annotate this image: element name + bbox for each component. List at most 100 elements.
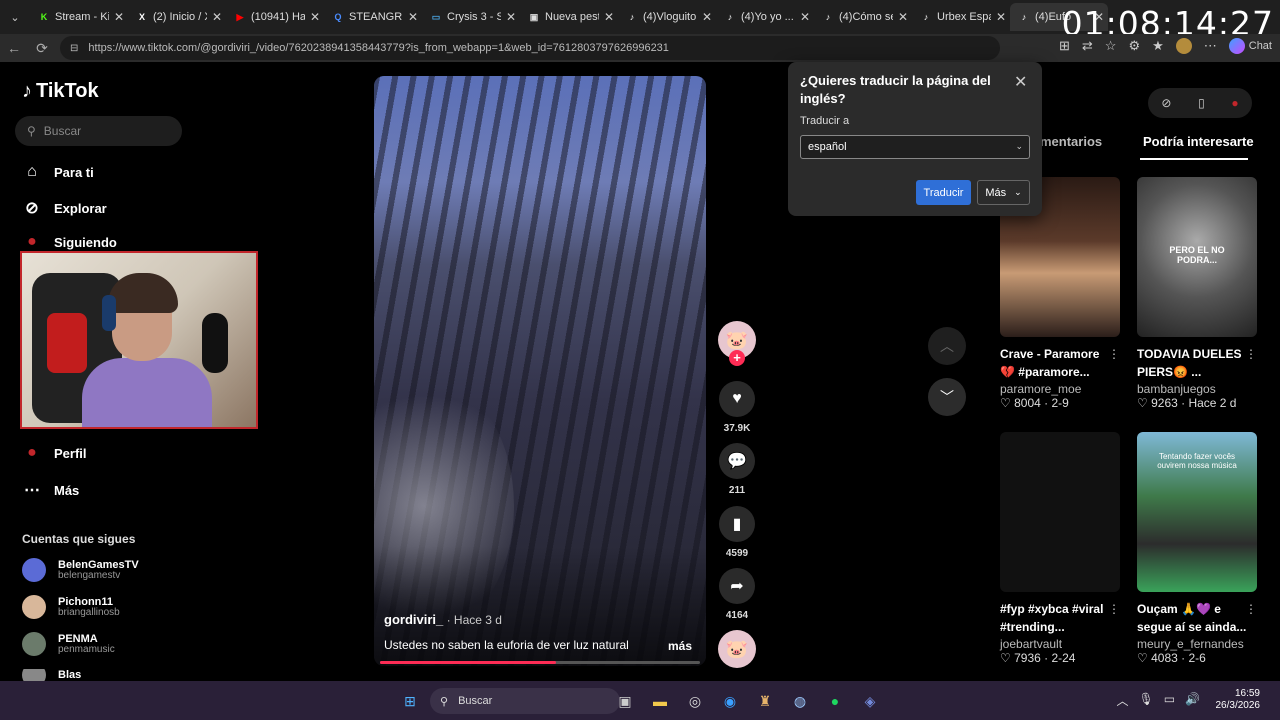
comment-action[interactable]: 💬 211 — [718, 443, 756, 496]
tab-favicon-icon: ▣ — [529, 11, 539, 22]
back-icon[interactable]: ← — [0, 40, 28, 56]
browser-tab[interactable]: ♪ (4)Cómo se ✕ — [814, 3, 912, 31]
like-action[interactable]: ♥ 37.9K — [718, 381, 756, 434]
nav-explore[interactable]: ⊘ Explorar — [22, 198, 106, 218]
close-tab-icon[interactable]: ✕ — [408, 10, 418, 24]
tab-comments[interactable]: mentarios — [1040, 134, 1102, 149]
taskbar-clock[interactable]: 16:59 26/3/2026 — [1216, 688, 1261, 712]
video-author[interactable]: gordiviri_ · Hace 3 d — [384, 612, 502, 627]
browser-tab[interactable]: ♪ Urbex Españ ✕ — [912, 3, 1010, 31]
split-screen-icon[interactable]: ⊞ — [1059, 38, 1070, 54]
browser-tab[interactable]: ▶ (10941) Hab ✕ — [226, 3, 324, 31]
favorite-star-icon[interactable]: ☆ — [1105, 38, 1117, 54]
browser-tab[interactable]: ♪ (4)Yo yo ... ✕ — [716, 3, 814, 31]
more-description-link[interactable]: más — [668, 639, 692, 653]
card-user: paramore_moe — [1000, 382, 1082, 396]
browser-tab[interactable]: K Stream - Kic ✕ — [30, 3, 128, 31]
browser-tab[interactable]: Q STEANGRID ✕ — [324, 3, 422, 31]
following-account[interactable]: Blas — [22, 669, 81, 681]
comment-icon[interactable]: 💬 — [719, 443, 755, 479]
translate-button[interactable]: Traducir — [916, 180, 971, 205]
author-name: gordiviri_ — [384, 612, 444, 627]
microphone-icon[interactable]: 🎙 — [1138, 692, 1153, 709]
close-tab-icon[interactable]: ✕ — [898, 10, 908, 24]
extensions-icon[interactable]: ⚙ — [1128, 38, 1140, 54]
search-input[interactable]: ⚲ Buscar — [15, 116, 182, 146]
tab-suggestions[interactable]: Podría interesarte — [1143, 134, 1254, 149]
close-tab-icon[interactable]: ✕ — [800, 10, 810, 24]
favorites-icon[interactable]: ★ — [1152, 38, 1164, 54]
nav-following[interactable]: ● Siguiendo — [22, 233, 117, 251]
spotify-icon[interactable]: ● — [824, 690, 846, 712]
app-icon[interactable]: ♜ — [754, 690, 776, 712]
close-tab-icon[interactable]: ✕ — [604, 10, 614, 24]
close-icon[interactable]: ✕ — [1014, 72, 1027, 92]
tab-list-chevron-icon[interactable]: ⌄ — [0, 0, 30, 34]
taskbar-search[interactable]: ⚲ Buscar — [430, 688, 620, 714]
suggested-video-card[interactable]: PERO EL NO PODRA... TODAVIA DUELES PIERS… — [1137, 177, 1257, 410]
site-info-icon[interactable]: ⊟ — [70, 43, 78, 54]
close-tab-icon[interactable]: ✕ — [310, 10, 320, 24]
card-options-icon[interactable]: ⋮ — [1245, 347, 1257, 361]
card-options-icon[interactable]: ⋮ — [1108, 602, 1120, 616]
profile-avatar[interactable] — [1175, 38, 1192, 54]
tab-favicon-icon: Q — [334, 12, 342, 22]
nav-more[interactable]: ⋯ Más — [22, 480, 79, 500]
phone-icon[interactable]: ▯ — [1198, 96, 1205, 110]
bookmark-icon[interactable]: ▮ — [719, 506, 755, 542]
card-options-icon[interactable]: ⋮ — [1245, 602, 1257, 616]
tab-title: (10941) Hab — [251, 11, 305, 23]
save-action[interactable]: ▮ 4599 — [718, 506, 756, 559]
profile-avatar-icon: ● — [27, 444, 37, 461]
file-explorer-icon[interactable]: ▬ — [649, 690, 671, 712]
volume-icon[interactable]: 🔊 — [1185, 692, 1200, 709]
following-account[interactable]: PENMA penmamusic — [22, 632, 115, 656]
share-icon[interactable]: ➦ — [719, 568, 755, 604]
sound-disc-avatar[interactable]: 🐷 — [718, 630, 756, 668]
video-player[interactable] — [374, 76, 706, 666]
close-tab-icon[interactable]: ✕ — [702, 10, 712, 24]
language-select[interactable]: español ⌄ — [800, 135, 1030, 159]
tiktok-logo[interactable]: ♪ TikTok — [22, 80, 99, 103]
browser-tab[interactable]: ♪ (4)Vloguito ✕ — [618, 3, 716, 31]
tray-chevron-icon[interactable]: ︿ — [1116, 692, 1128, 709]
translate-icon[interactable]: ⇄ — [1082, 38, 1093, 54]
following-account[interactable]: Pichonn11 briangallinosb — [22, 595, 120, 619]
close-tab-icon[interactable]: ✕ — [212, 10, 222, 24]
following-account[interactable]: BelenGamesTV belengamestv — [22, 558, 139, 582]
more-options-button[interactable]: Más ⌄ — [977, 180, 1030, 205]
reload-icon[interactable]: ⟳ — [28, 40, 56, 57]
post-time: · Hace 3 d — [443, 613, 502, 627]
browser-tab[interactable]: ▭ Crysis 3 - St ✕ — [422, 3, 520, 31]
share-action[interactable]: ➦ 4164 — [718, 568, 756, 621]
close-tab-icon[interactable]: ✕ — [996, 10, 1006, 24]
close-tab-icon[interactable]: ✕ — [114, 10, 124, 24]
follow-plus-button[interactable]: + — [729, 350, 745, 366]
card-options-icon[interactable]: ⋮ — [1108, 347, 1120, 361]
url-field[interactable]: ⊟ https://www.tiktok.com/@gordiviri_/vid… — [60, 36, 1000, 60]
webcam-microphone — [202, 313, 228, 373]
close-tab-icon[interactable]: ✕ — [506, 10, 516, 24]
edge-icon[interactable]: ◉ — [719, 690, 741, 712]
browser-tab[interactable]: X (2) Inicio / X ✕ — [128, 3, 226, 31]
steam-icon[interactable]: ◍ — [789, 690, 811, 712]
heart-icon[interactable]: ♥ — [719, 381, 755, 417]
nav-profile[interactable]: ● Perfil — [22, 444, 86, 462]
video-progress-bar[interactable] — [380, 661, 700, 664]
avatar — [22, 632, 46, 656]
more-menu-icon[interactable]: ⋯ — [1204, 38, 1217, 54]
compass-icon[interactable]: ⊘ — [1161, 96, 1171, 110]
network-icon[interactable]: ▭ — [1164, 692, 1175, 709]
copilot-chat-button[interactable]: Chat — [1228, 38, 1272, 54]
nav-for-you[interactable]: ⌂ Para ti — [22, 163, 94, 181]
next-video-button[interactable]: ﹀ — [928, 378, 966, 416]
suggested-video-card[interactable]: #fyp #xybca #viral #trending... joebartv… — [1000, 432, 1120, 665]
discord-icon[interactable]: ◈ — [859, 690, 881, 712]
obs-icon[interactable]: ◎ — [684, 690, 706, 712]
account-avatar-icon[interactable]: ● — [1231, 96, 1238, 110]
suggested-video-card[interactable]: Tentando fazer vocês ouvirem nossa músic… — [1137, 432, 1257, 665]
previous-video-button[interactable]: ︿ — [928, 327, 966, 365]
windows-start-icon[interactable]: ⊞ — [399, 690, 421, 712]
task-view-icon[interactable]: ▣ — [614, 690, 636, 712]
browser-tab[interactable]: ▣ Nueva pesta ✕ — [520, 3, 618, 31]
